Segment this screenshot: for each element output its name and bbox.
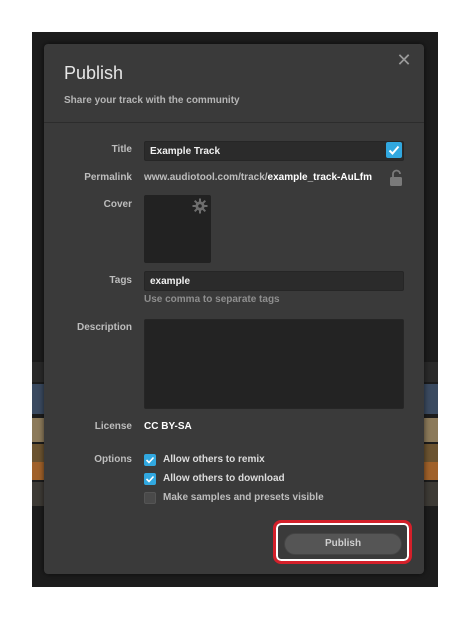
tags-input[interactable]: example <box>144 271 404 291</box>
permalink-label: Permalink <box>84 172 132 183</box>
allow-download-label: Allow others to download <box>163 473 285 484</box>
dialog-subtitle: Share your track with the community <box>64 95 240 106</box>
checkmark-icon <box>145 456 155 464</box>
title-input[interactable]: Example Track <box>144 141 404 161</box>
dialog-title: Publish <box>64 63 124 83</box>
allow-download-checkbox[interactable] <box>144 473 156 485</box>
checkmark-icon <box>145 475 155 483</box>
dialog-header: Publish Share your track with the commun… <box>44 44 424 123</box>
description-label: Description <box>76 322 132 333</box>
license-value[interactable]: CC BY-SA <box>144 421 192 432</box>
allow-remix-checkbox[interactable] <box>144 454 156 466</box>
gear-icon[interactable] <box>192 198 208 214</box>
allow-remix-label: Allow others to remix <box>163 454 265 465</box>
publish-button[interactable]: Publish <box>284 533 402 555</box>
options-label: Options <box>94 454 132 465</box>
cover-label: Cover <box>103 199 132 210</box>
permalink-base: www.audiotool.com/track/ <box>144 172 268 183</box>
unlock-icon[interactable] <box>387 169 405 187</box>
samples-visible-label: Make samples and presets visible <box>163 492 324 503</box>
publish-dialog: Publish Share your track with the commun… <box>44 44 424 574</box>
permalink-url[interactable]: www.audiotool.com/track/example_track-Au… <box>144 172 372 183</box>
license-label: License <box>94 421 132 432</box>
checkmark-icon <box>388 145 400 155</box>
title-label: Title <box>111 144 132 155</box>
close-icon[interactable]: ✕ <box>394 50 414 70</box>
tags-hint: Use comma to separate tags <box>144 294 280 305</box>
permalink-slug: example_track-AuLfm <box>267 172 373 183</box>
tags-label: Tags <box>109 275 132 286</box>
title-checkbox[interactable] <box>386 142 402 158</box>
description-textarea[interactable] <box>144 319 404 409</box>
samples-visible-checkbox[interactable] <box>144 492 156 504</box>
